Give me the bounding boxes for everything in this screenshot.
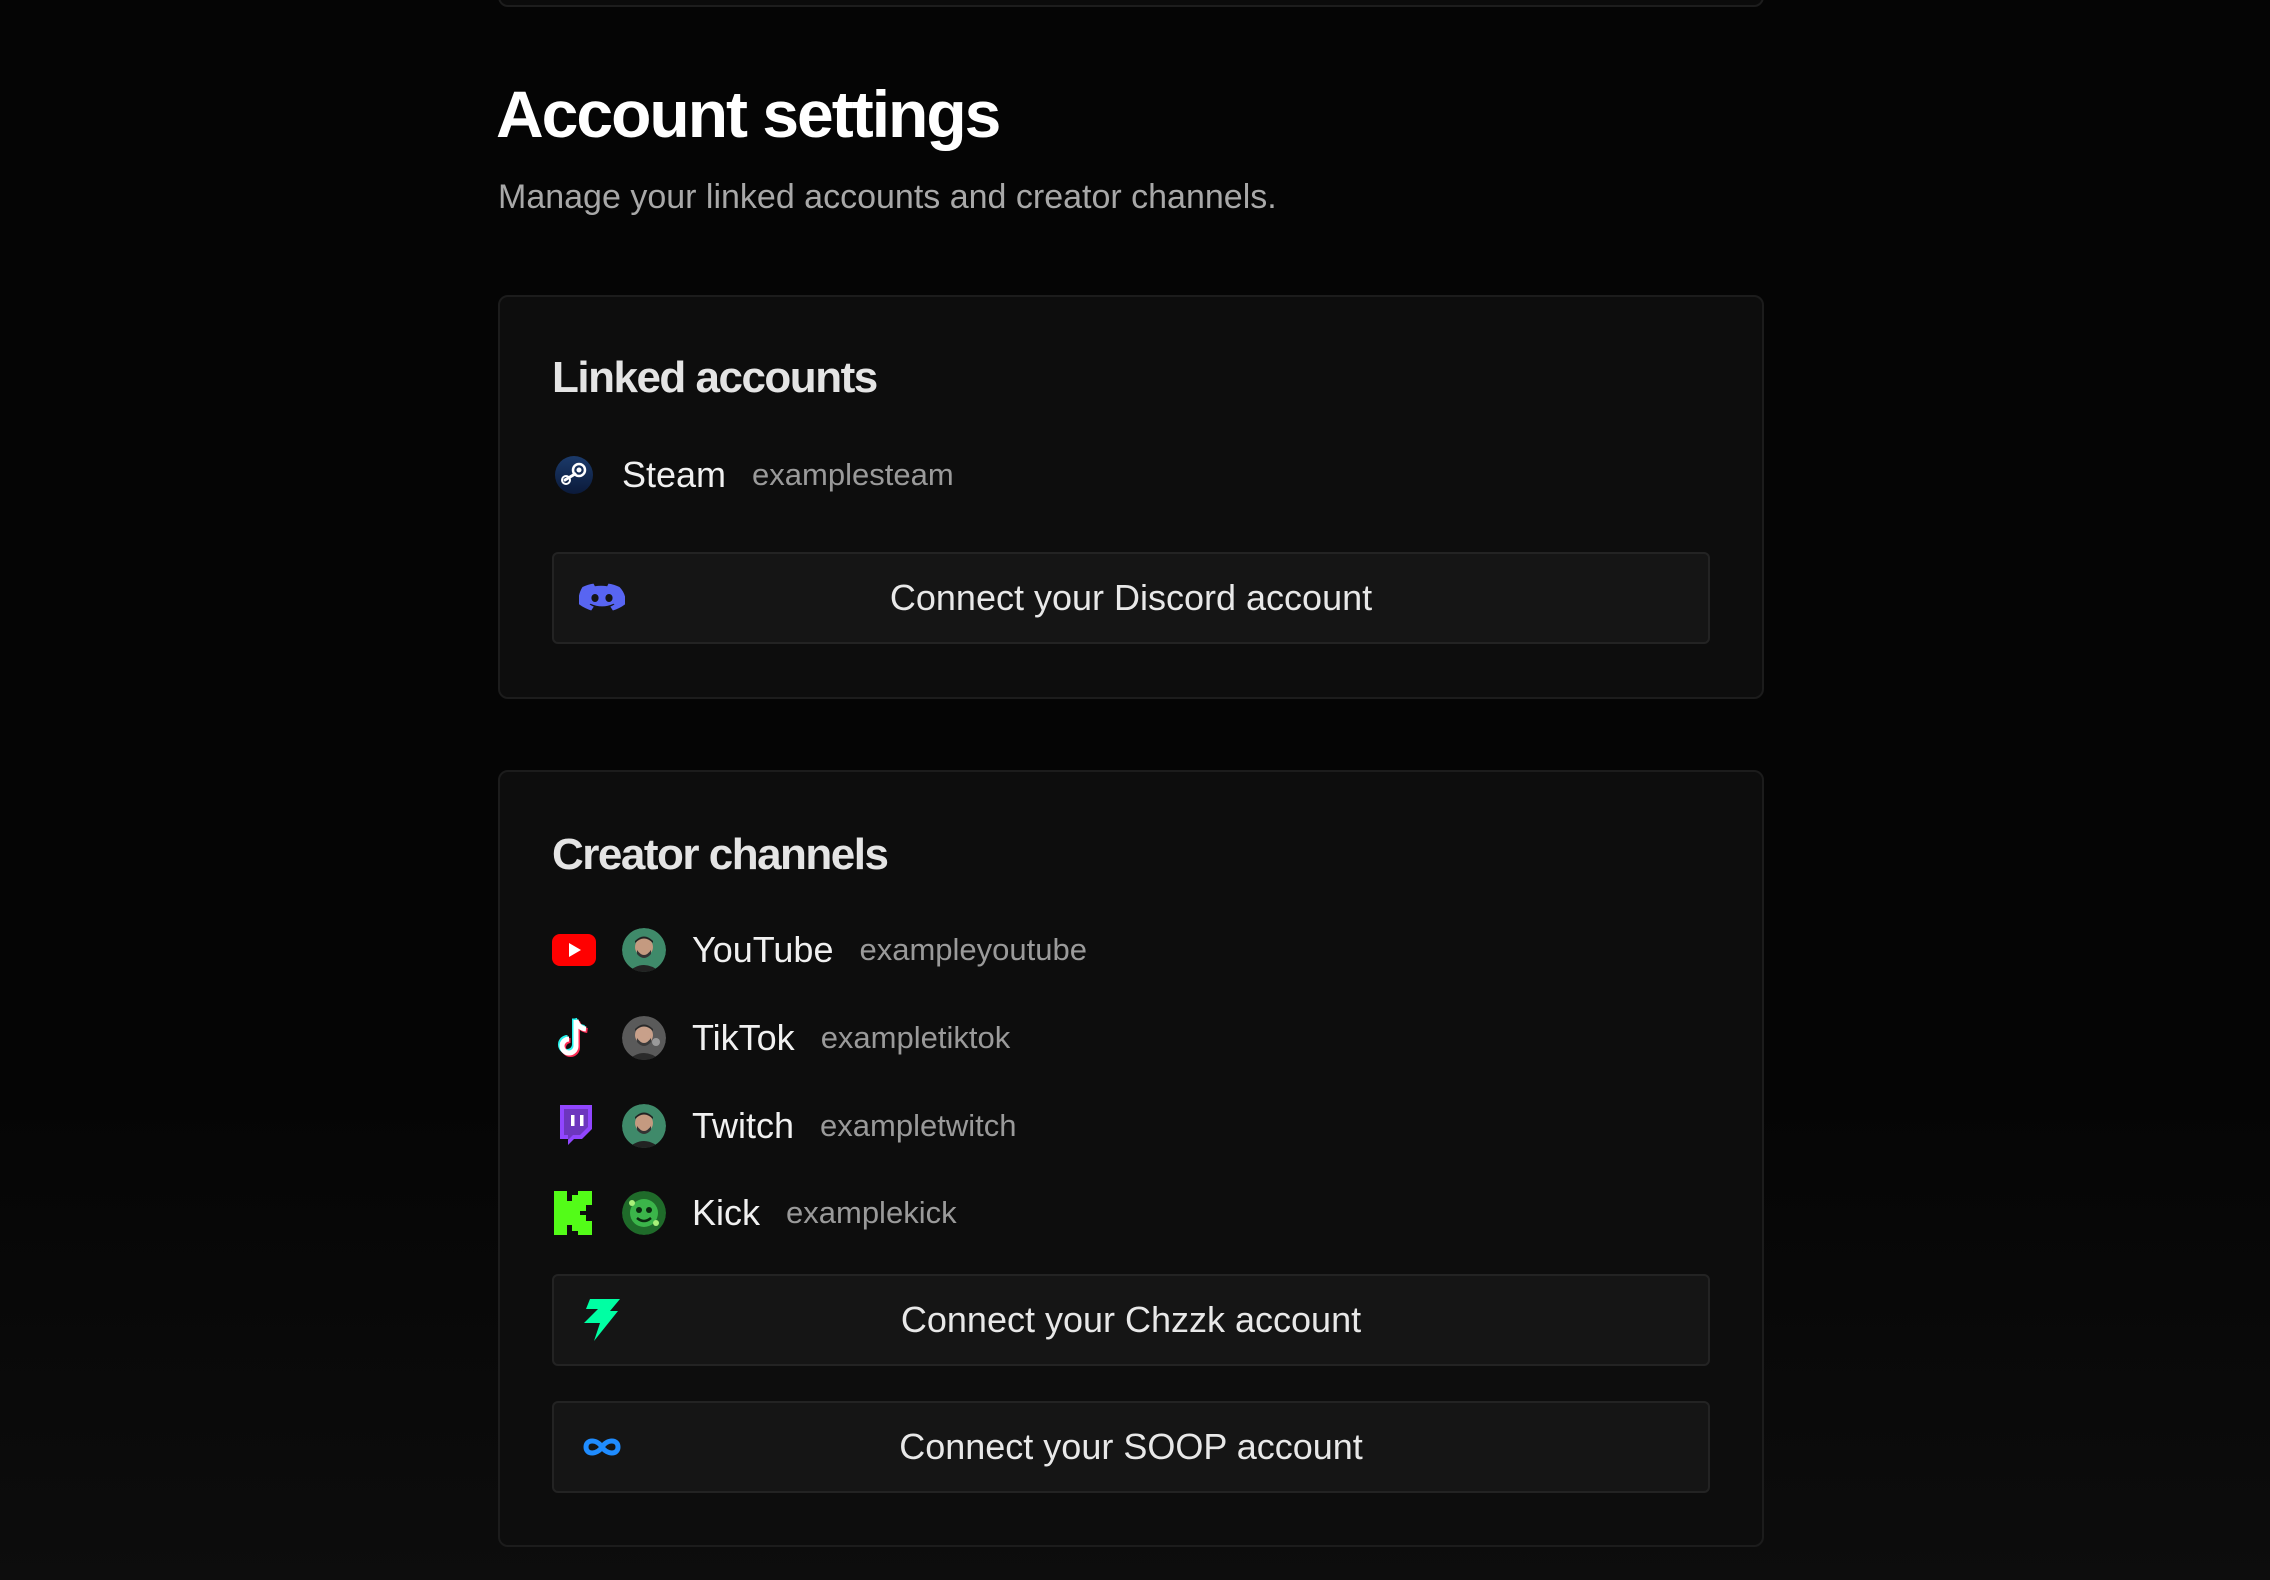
account-settings-page: Account settings Manage your linked acco… <box>0 0 2270 1580</box>
youtube-icon <box>552 928 596 972</box>
page-title: Account settings <box>496 77 1001 151</box>
youtube-handle: exampleyoutube <box>859 932 1087 967</box>
steam-icon <box>552 453 596 497</box>
kick-avatar <box>622 1191 666 1235</box>
previous-card-edge <box>498 0 1764 7</box>
linked-account-platform: Steam <box>622 454 727 495</box>
linked-account-row-steam: Steam examplesteam <box>552 450 954 500</box>
tiktok-handle: exampletiktok <box>820 1020 1011 1055</box>
twitch-icon <box>552 1104 596 1148</box>
linked-account-handle: examplesteam <box>752 457 954 492</box>
connect-soop-label: Connect your SOOP account <box>899 1426 1363 1467</box>
connect-chzzk-button[interactable]: Connect your Chzzk account <box>552 1274 1710 1366</box>
creator-channel-row-twitch: Twitch exampletwitch <box>552 1101 1016 1151</box>
twitch-avatar <box>622 1104 666 1148</box>
tiktok-platform-name: TikTok <box>692 1017 795 1058</box>
kick-platform-name: Kick <box>692 1192 761 1233</box>
connect-discord-label: Connect your Discord account <box>889 577 1373 618</box>
twitch-platform-name: Twitch <box>692 1105 795 1146</box>
twitch-handle: exampletwitch <box>820 1108 1017 1143</box>
linked-accounts-title: Linked accounts <box>552 353 878 402</box>
linked-accounts-card: Linked accounts Steam examplesteam Conne… <box>498 295 1764 699</box>
youtube-avatar <box>622 928 666 972</box>
creator-channel-row-kick: Kick examplekick <box>552 1188 957 1238</box>
kick-handle: examplekick <box>786 1195 957 1230</box>
youtube-platform-name: YouTube <box>692 929 834 970</box>
connect-soop-button[interactable]: Connect your SOOP account <box>552 1401 1710 1493</box>
tiktok-avatar <box>622 1016 666 1060</box>
connect-chzzk-label: Connect your Chzzk account <box>900 1299 1362 1340</box>
creator-channels-card: Creator channels YouTube exampleyoutube … <box>498 770 1764 1547</box>
kick-icon <box>552 1191 596 1235</box>
creator-channels-title: Creator channels <box>552 830 889 879</box>
tiktok-icon <box>552 1016 596 1060</box>
creator-channel-row-youtube: YouTube exampleyoutube <box>552 925 1087 975</box>
page-subtitle: Manage your linked accounts and creator … <box>498 178 1277 216</box>
connect-discord-button[interactable]: Connect your Discord account <box>552 552 1710 644</box>
creator-channel-row-tiktok: TikTok exampletiktok <box>552 1013 1010 1063</box>
